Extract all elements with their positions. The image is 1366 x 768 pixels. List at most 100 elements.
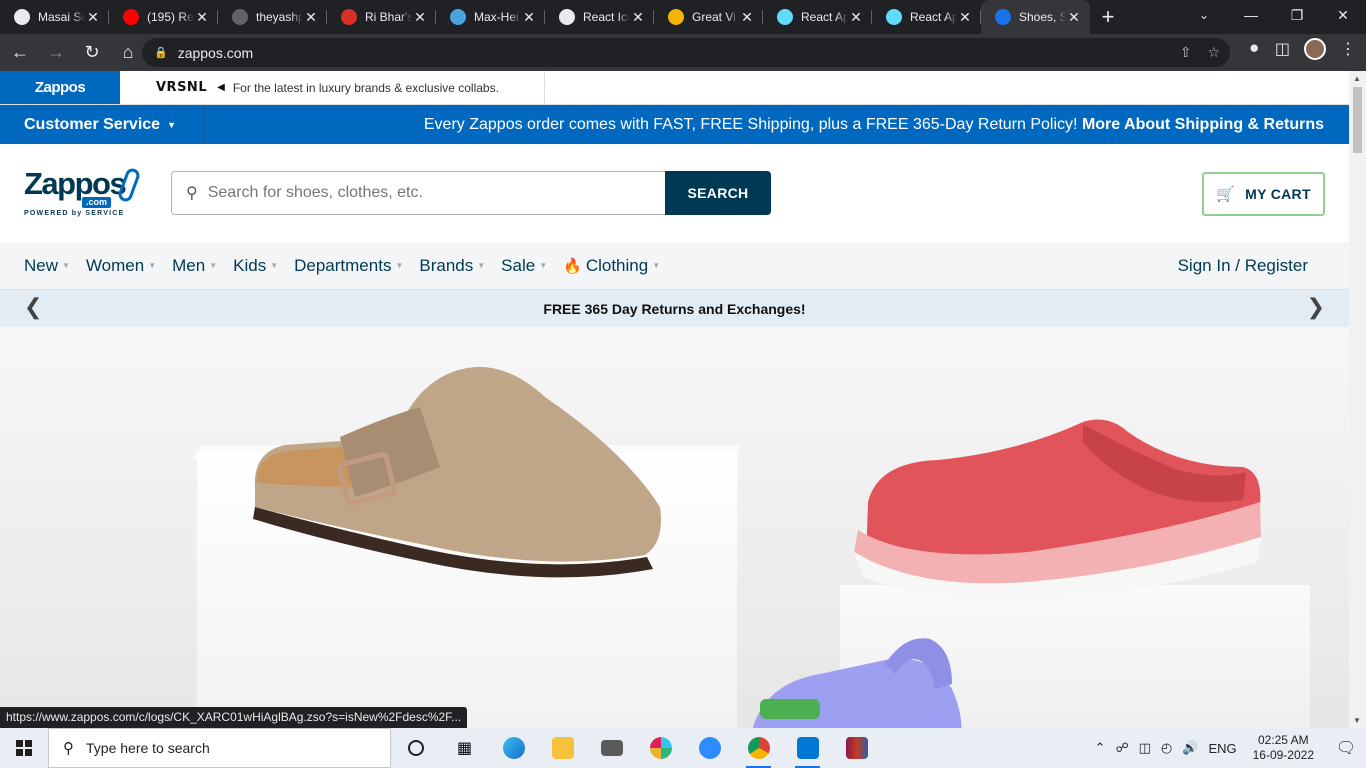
chevron-left-icon[interactable]: ❮ <box>24 294 42 320</box>
mail-icon[interactable] <box>587 728 636 768</box>
side-panel-icon[interactable]: ◫ <box>1275 39 1290 59</box>
close-window-icon[interactable]: ✕ <box>1320 0 1366 30</box>
forward-icon[interactable]: → <box>40 37 72 69</box>
browser-tab[interactable]: Masai School✕ <box>0 0 109 34</box>
url-text[interactable]: zappos.com <box>178 45 253 61</box>
scroll-up-icon[interactable]: ▲ <box>1353 74 1361 83</box>
chevron-down-icon: ▼ <box>477 261 486 270</box>
system-tray: ⌃ ☍ ◫ ◴ 🔊 ENG 02:25 AM 16-09-2022 🗨 <box>1095 728 1366 768</box>
browser-toolbar: ← → ↻ ⌂ 🔒 zappos.com ⇧ ☆ ⚫ ◫ ⋮ <box>0 34 1366 71</box>
battery-icon[interactable]: ◫ <box>1139 740 1151 756</box>
task-view-icon[interactable]: ▦ <box>440 728 489 768</box>
edge-icon[interactable] <box>489 728 538 768</box>
red-clog-image[interactable] <box>848 412 1268 612</box>
zappos-small-logo[interactable]: Zappos <box>0 71 120 104</box>
nav-label: Clothing <box>585 255 649 275</box>
language-indicator[interactable]: ENG <box>1208 741 1236 756</box>
browser-tab[interactable]: Shoes, S ✕ <box>981 0 1090 34</box>
tab-close-icon[interactable]: ✕ <box>303 9 319 26</box>
browser-tab[interactable]: (195) Rea✕ <box>109 0 218 34</box>
scroll-thumb[interactable] <box>1353 87 1362 153</box>
suede-clog-image[interactable] <box>245 357 675 587</box>
extensions-icon[interactable]: ⚫ <box>1247 39 1260 59</box>
nav-item-departments[interactable]: Departments ▼ <box>294 256 403 276</box>
volume-icon[interactable]: 🔊 <box>1182 740 1198 756</box>
wifi-icon[interactable]: ◴ <box>1161 740 1172 756</box>
tab-close-icon[interactable]: ✕ <box>194 9 210 26</box>
lavender-clog-image[interactable] <box>690 629 970 728</box>
reload-icon[interactable]: ↻ <box>76 37 108 69</box>
search-button[interactable]: SEARCH <box>665 171 771 215</box>
browser-tab[interactable]: Max-Hei ✕ <box>436 0 545 34</box>
clock[interactable]: 02:25 AM 16-09-2022 <box>1253 733 1314 763</box>
tab-title: Masai School <box>38 10 85 24</box>
browser-tab[interactable]: React Ap ✕ <box>872 0 981 34</box>
bookmark-star-icon[interactable]: ☆ <box>1207 44 1220 61</box>
nav-item-kids[interactable]: Kids ▼ <box>233 256 278 276</box>
tab-close-icon[interactable]: ✕ <box>85 9 101 26</box>
winrar-icon[interactable] <box>832 728 881 768</box>
browser-tab[interactable]: React Ap ✕ <box>763 0 872 34</box>
new-tab-button[interactable]: + <box>1090 0 1126 34</box>
nav-item-men[interactable]: Men ▼ <box>172 256 217 276</box>
tab-list: Masai School✕(195) Rea✕theyashp✕Ri Bhar'… <box>0 0 1090 34</box>
browser-tab[interactable]: Great Vi ✕ <box>654 0 763 34</box>
back-icon[interactable]: ← <box>4 37 36 69</box>
zappos-logo[interactable]: Zappos .com POWERED by SERVICE <box>24 166 142 218</box>
browser-tab[interactable]: Ri Bhar's ✕ <box>327 0 436 34</box>
tab-close-icon[interactable]: ✕ <box>630 9 646 26</box>
tab-close-icon[interactable]: ✕ <box>412 9 428 26</box>
slack-icon[interactable] <box>636 728 685 768</box>
nav-item-sale[interactable]: Sale ▼ <box>501 256 547 276</box>
lock-icon[interactable]: 🔒 <box>154 46 168 59</box>
sign-in-register-link[interactable]: Sign In / Register <box>1178 256 1308 276</box>
tab-close-icon[interactable]: ✕ <box>521 9 537 26</box>
hero-banner[interactable] <box>0 327 1349 728</box>
announcement-text[interactable]: FREE 365 Day Returns and Exchanges! <box>543 301 805 317</box>
taskbar-search[interactable]: ⚲ Type here to search <box>48 728 391 768</box>
search-field[interactable]: ⚲ <box>171 171 665 215</box>
chevron-up-icon[interactable]: ⌃ <box>1095 740 1106 756</box>
nav-item-brands[interactable]: Brands ▼ <box>419 256 485 276</box>
tab-title: React Ico <box>583 10 630 24</box>
cortana-icon[interactable] <box>391 728 440 768</box>
zappos-page: Zappos VRSNL ◀ For the latest in luxury … <box>0 71 1349 728</box>
nav-item-women[interactable]: Women ▼ <box>86 256 156 276</box>
tab-title: theyashp <box>256 10 303 24</box>
zoom-icon[interactable] <box>685 728 734 768</box>
customer-service-dropdown[interactable]: Customer Service ▼ <box>0 105 205 144</box>
tab-close-icon[interactable]: ✕ <box>848 9 864 26</box>
site-header: Zappos .com POWERED by SERVICE ⚲ SEARCH … <box>0 144 1349 242</box>
chevron-right-icon[interactable]: ❯ <box>1307 294 1325 320</box>
page-scrollbar[interactable]: ▲ ▼ <box>1349 71 1366 728</box>
clock-date: 16-09-2022 <box>1252 748 1314 762</box>
share-icon[interactable]: ⇧ <box>1180 44 1192 61</box>
profile-avatar[interactable] <box>1304 38 1326 60</box>
tab-close-icon[interactable]: ✕ <box>1066 9 1082 26</box>
scroll-down-icon[interactable]: ▼ <box>1353 716 1361 725</box>
shipping-returns-link[interactable]: More About Shipping & Returns <box>1082 116 1324 133</box>
home-icon[interactable]: ⌂ <box>112 37 144 69</box>
vrsnl-promo[interactable]: VRSNL ◀ For the latest in luxury brands … <box>120 71 545 104</box>
caret-down-icon: ▼ <box>167 119 176 130</box>
search-input[interactable] <box>207 184 628 202</box>
restore-icon[interactable]: ❐ <box>1274 0 1320 30</box>
vscode-icon[interactable] <box>783 728 832 768</box>
address-bar[interactable]: 🔒 zappos.com ⇧ ☆ <box>142 38 1230 67</box>
menu-icon[interactable]: ⋮ <box>1340 39 1356 59</box>
browser-tab[interactable]: React Ico ✕ <box>545 0 654 34</box>
tab-favicon-icon <box>559 9 575 25</box>
browser-tab[interactable]: theyashp ✕ <box>218 0 327 34</box>
tab-search-icon[interactable]: ⌄ <box>1184 0 1224 30</box>
notification-icon[interactable]: 🗨 <box>1326 738 1366 758</box>
nav-item-clothing[interactable]: 🔥 Clothing ▼ <box>563 256 660 276</box>
tab-close-icon[interactable]: ✕ <box>957 9 973 26</box>
minimize-icon[interactable]: — <box>1228 0 1274 30</box>
file-explorer-icon[interactable] <box>538 728 587 768</box>
tab-close-icon[interactable]: ✕ <box>739 9 755 26</box>
cart-button[interactable]: 🛒 MY CART <box>1202 172 1325 216</box>
network-icon[interactable]: ☍ <box>1115 740 1128 756</box>
chrome-icon[interactable] <box>734 728 783 768</box>
start-button[interactable] <box>0 728 48 768</box>
nav-item-new[interactable]: New ▼ <box>24 256 70 276</box>
